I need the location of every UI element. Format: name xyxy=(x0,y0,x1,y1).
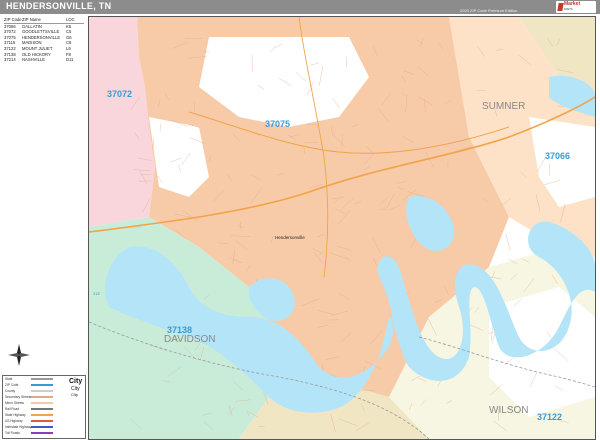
logo-mark-icon xyxy=(557,3,564,11)
logo-line-2: MAPS xyxy=(564,7,573,11)
legend-item: Rail Road xyxy=(5,407,19,411)
zip-table-row: 37214 NASHVILLE D11 xyxy=(4,57,84,63)
zip-label-37072: 37072 xyxy=(107,89,132,99)
zip-label-37122: 37122 xyxy=(537,412,562,422)
compass-rose-icon xyxy=(8,344,30,366)
legend-item: County xyxy=(5,389,16,393)
zip-loc: D11 xyxy=(66,57,74,63)
legend-swatch-secondary xyxy=(31,396,53,398)
legend-swatch-minor xyxy=(31,402,53,404)
legend-item: ZIP Code xyxy=(5,383,19,387)
map-legend: State ZIP Code County Secondary Streets … xyxy=(2,375,86,439)
zip-table-header: ZIP Code ZIP Name LOC xyxy=(4,17,84,24)
road-label-31e: 31E xyxy=(93,291,100,296)
legend-swatch-state xyxy=(31,378,53,380)
map-canvas[interactable]: 37072 37075 37066 37138 37122 SUMNER DAV… xyxy=(88,16,596,440)
brand-logo: Market MAPS xyxy=(556,1,596,13)
legend-swatch-toll xyxy=(31,432,53,434)
map-svg: 37072 37075 37066 37138 37122 SUMNER DAV… xyxy=(89,17,595,439)
legend-item: Interstate Highway xyxy=(5,425,32,429)
legend-item: US Highway xyxy=(5,419,23,423)
legend-item: Toll Roads xyxy=(5,431,20,435)
county-label-sumner: SUMNER xyxy=(482,101,525,112)
edition-label: 2023 ZIP Code Premium Edition xyxy=(460,8,518,13)
map-title: HENDERSONVILLE, TN xyxy=(6,1,112,11)
legend-item: State Highway xyxy=(5,413,26,417)
legend-swatch-us-hwy xyxy=(31,420,53,422)
place-label-hendersonville: Hendersonville xyxy=(275,235,305,240)
zip-header-name: ZIP Name xyxy=(22,17,41,22)
county-label-davidson: DAVIDSON xyxy=(164,334,216,345)
zip-header-loc: LOC xyxy=(66,17,75,22)
legend-city-small: City xyxy=(71,392,78,397)
zip-code-table: ZIP Code ZIP Name LOC 37066 GALLATIN K5 37… xyxy=(4,17,84,63)
legend-swatch-interstate xyxy=(31,426,53,428)
zip-name: NASHVILLE xyxy=(22,57,46,63)
zip-header-code: ZIP Code xyxy=(4,17,22,22)
zip-code: 37214 xyxy=(4,57,16,63)
legend-swatch-zip xyxy=(31,384,53,386)
legend-swatch-rail xyxy=(31,408,53,410)
legend-item: State xyxy=(5,377,13,381)
zip-label-37075: 37075 xyxy=(265,119,290,129)
legend-city-large: City xyxy=(69,378,83,385)
legend-item: Minor Streets xyxy=(5,401,24,405)
legend-item: Secondary Streets xyxy=(5,395,32,399)
legend-swatch-state-hwy xyxy=(31,414,53,416)
county-label-wilson: WILSON xyxy=(489,405,528,416)
zip-label-37066: 37066 xyxy=(545,151,570,161)
legend-swatch-county xyxy=(31,390,53,392)
title-bar: HENDERSONVILLE, TN 2023 ZIP Code Premium… xyxy=(0,0,600,14)
